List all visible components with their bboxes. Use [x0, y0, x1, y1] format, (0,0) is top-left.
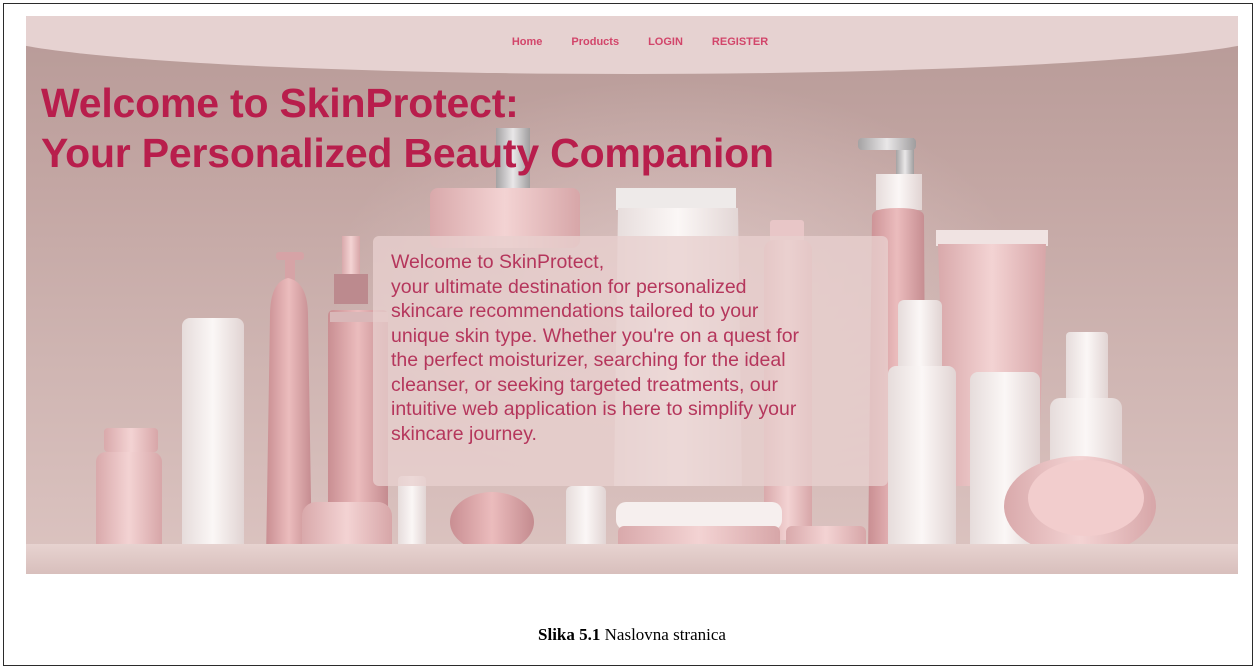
intro-text: Welcome to SkinProtect, your ultimate de… — [391, 250, 870, 446]
hero-title-line-2: Your Personalized Beauty Companion — [41, 130, 774, 176]
intro-line: skincare journey. — [391, 422, 537, 445]
intro-line: unique skin type. Whether you're on a qu… — [391, 324, 800, 347]
caption-text: Naslovna stranica — [604, 625, 726, 644]
intro-line: Welcome to SkinProtect, — [391, 251, 605, 273]
intro-line: intuitive web application is here to sim… — [391, 398, 797, 420]
document-frame: Home Products LOGIN REGISTER Welcome to … — [3, 3, 1253, 666]
nav-login-link[interactable]: LOGIN — [648, 36, 683, 48]
intro-card: Welcome to SkinProtect, your ultimate de… — [373, 236, 888, 486]
caption-label: Slika 5.1 — [538, 625, 601, 644]
homepage-screenshot: Home Products LOGIN REGISTER Welcome to … — [26, 16, 1238, 574]
nav-links: Home Products LOGIN REGISTER — [26, 36, 1238, 48]
shelf — [26, 544, 1238, 574]
hero-title: Welcome to SkinProtect: Your Personalize… — [41, 78, 774, 178]
intro-line: the perfect moisturizer, searching for t… — [391, 349, 786, 371]
intro-line: your ultimate destination for personaliz… — [391, 275, 747, 298]
nav-register-link[interactable]: REGISTER — [712, 36, 768, 48]
nav-home-link[interactable]: Home — [512, 36, 543, 48]
intro-line: skincare recommendations tailored to you… — [391, 300, 759, 322]
intro-line: cleanser, or seeking targeted treatments… — [391, 373, 778, 396]
hero-title-line-1: Welcome to SkinProtect: — [41, 80, 519, 126]
nav-products-link[interactable]: Products — [571, 36, 619, 48]
figure-caption: Slika 5.1 Naslovna stranica — [4, 625, 1256, 645]
